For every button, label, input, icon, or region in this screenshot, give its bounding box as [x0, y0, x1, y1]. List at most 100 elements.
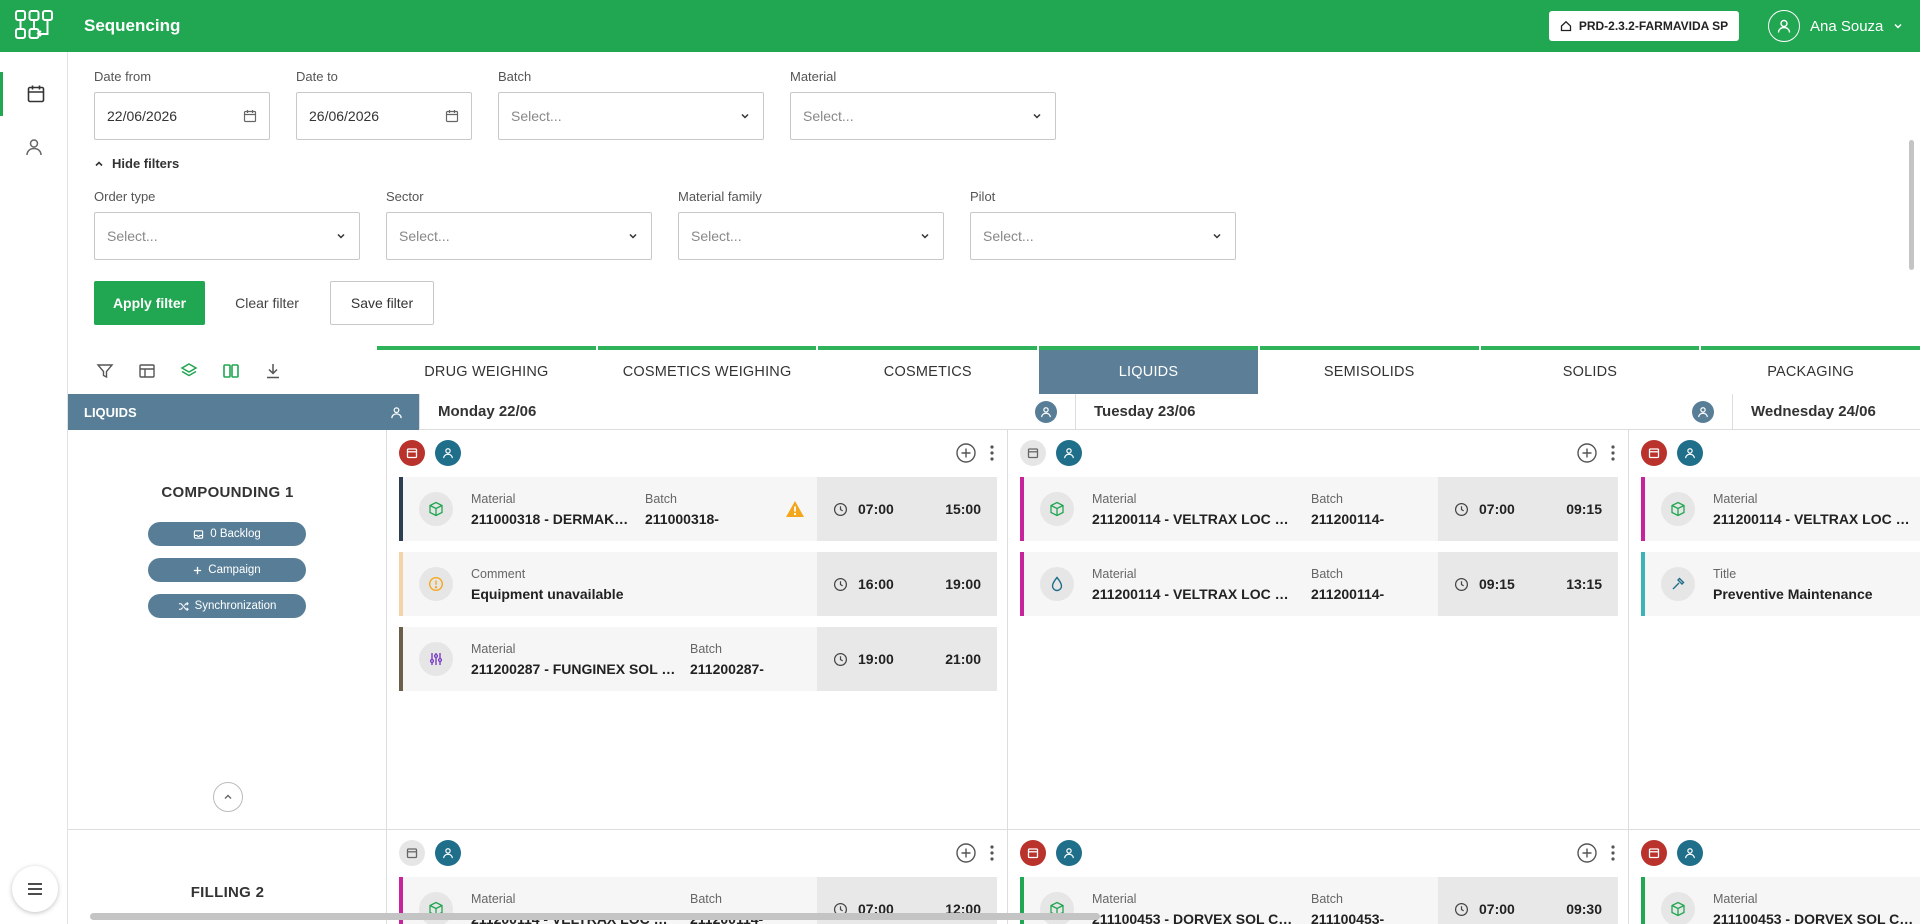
add-circle-icon[interactable] [955, 442, 977, 464]
order-card[interactable]: Material 211100453 - DORVEX SOL CA... [1641, 877, 1920, 924]
material-family-select[interactable]: Select... [678, 212, 944, 260]
add-circle-icon[interactable] [1576, 442, 1598, 464]
add-circle-icon[interactable] [955, 842, 977, 864]
material-value: 211200114 - VELTRAX LOC FR ... [1092, 510, 1297, 527]
calendar-alert-icon[interactable] [1641, 840, 1667, 866]
maintenance-card[interactable]: Title Preventive Maintenance [1641, 552, 1920, 616]
order-card[interactable]: Material 211200287 - FUNGINEX SOL F... B… [399, 627, 997, 691]
calendar-alert-icon[interactable] [1641, 440, 1667, 466]
apply-filter-button[interactable]: Apply filter [94, 281, 205, 325]
add-circle-icon[interactable] [1576, 842, 1598, 864]
chevron-down-icon [741, 113, 749, 119]
user-icon[interactable] [390, 406, 403, 419]
synchronization-chip[interactable]: Synchronization [148, 594, 306, 618]
day-label: Tuesday 23/06 [1094, 403, 1196, 420]
tab-packaging[interactable]: PACKAGING [1701, 346, 1920, 394]
day-label: Monday 22/06 [438, 403, 537, 420]
row-group-label: LIQUIDS [84, 404, 137, 420]
more-vertical-icon[interactable] [1610, 444, 1616, 462]
user-assign-icon[interactable] [1677, 840, 1703, 866]
comment-card[interactable]: Comment Equipment unavailable 16:00 19:0… [399, 552, 997, 616]
calendar-icon[interactable] [1020, 440, 1046, 466]
rail-item-calendar[interactable] [0, 72, 68, 116]
batch-select[interactable]: Select... [498, 92, 764, 140]
material-label: Material [1092, 891, 1137, 906]
box-icon [1661, 492, 1695, 526]
order-card[interactable]: Material 211200114 - VELTRAX LOC FR ... … [1020, 477, 1618, 541]
calendar-icon[interactable] [399, 840, 425, 866]
end-time: 19:00 [945, 576, 981, 592]
cell-toolbar [399, 840, 995, 866]
clock-icon [833, 502, 848, 516]
date-to-field[interactable]: 26/06/2026 [296, 92, 472, 140]
tab-liquids[interactable]: LIQUIDS [1039, 346, 1258, 394]
clock-icon [1454, 902, 1469, 916]
pilot-select[interactable]: Select... [970, 212, 1236, 260]
layers-icon[interactable] [180, 362, 198, 380]
app-logo-icon[interactable] [0, 0, 68, 52]
user-assign-icon[interactable] [1677, 440, 1703, 466]
batch-value: 211000318- [645, 510, 719, 527]
save-filter-button[interactable]: Save filter [330, 281, 434, 325]
chevron-down-icon [1213, 233, 1221, 239]
calendar-alert-icon[interactable] [399, 440, 425, 466]
tab-solids[interactable]: SOLIDS [1480, 346, 1700, 394]
table-view-icon[interactable] [138, 362, 156, 380]
more-vertical-icon[interactable] [1610, 844, 1616, 862]
order-card[interactable]: Material 211100453 - DORVEX SOL CA... Ba… [1020, 877, 1618, 924]
columns-view-icon[interactable] [222, 362, 240, 380]
user-avatar-icon[interactable] [1692, 400, 1714, 423]
environment-badge[interactable]: PRD-2.3.2-FARMAVIDA SP [1549, 11, 1739, 41]
user-assign-icon[interactable] [435, 440, 461, 466]
droplet-icon [1040, 567, 1074, 601]
material-label: Material [1092, 491, 1137, 506]
batch-value: 211100453- [1311, 910, 1385, 924]
user-menu[interactable]: Ana Souza [1768, 10, 1903, 42]
tab-drug-weighing[interactable]: DRUG WEIGHING [377, 346, 596, 394]
day-cell-tuesday: Material 211200114 - VELTRAX LOC FR ... … [1008, 430, 1629, 830]
user-assign-icon[interactable] [435, 840, 461, 866]
download-icon[interactable] [264, 362, 282, 380]
batch-label: Batch [1311, 566, 1343, 581]
day-label: Wednesday 24/06 [1751, 403, 1876, 420]
box-icon [419, 492, 453, 526]
user-avatar-icon[interactable] [1035, 400, 1057, 423]
backlog-chip[interactable]: 0 Backlog [148, 522, 306, 546]
user-assign-icon[interactable] [1056, 840, 1082, 866]
hide-filters-toggle[interactable]: Hide filters [94, 156, 179, 171]
vertical-scrollbar[interactable] [1909, 140, 1914, 270]
start-time: 19:00 [858, 651, 894, 667]
collapse-row-button[interactable] [213, 782, 243, 812]
order-type-select[interactable]: Select... [94, 212, 360, 260]
date-from-field[interactable]: 22/06/2026 [94, 92, 270, 140]
cell-toolbar [1020, 440, 1616, 466]
clear-filter-button[interactable]: Clear filter [218, 281, 316, 325]
tab-cosmetics-weighing[interactable]: COSMETICS WEIGHING [597, 346, 817, 394]
order-card[interactable]: Material 211200114 - VELTRAX LOC FR ... … [1020, 552, 1618, 616]
cell-toolbar [399, 440, 995, 466]
menu-button[interactable] [12, 866, 58, 912]
batch-placeholder: Select... [511, 108, 562, 124]
sector-tabs: DRUG WEIGHING COSMETICS WEIGHING COSMETI… [377, 346, 1920, 394]
campaign-chip[interactable]: Campaign [148, 558, 306, 582]
more-vertical-icon[interactable] [989, 844, 995, 862]
material-label: Material [790, 69, 837, 84]
view-toolbar [68, 350, 378, 392]
material-label: Material [471, 891, 516, 906]
rail-item-users[interactable] [0, 125, 68, 169]
material-select[interactable]: Select... [790, 92, 1056, 140]
filter-icon[interactable] [96, 362, 114, 380]
time-range: 19:00 21:00 [817, 627, 997, 691]
tab-cosmetics[interactable]: COSMETICS [818, 346, 1038, 394]
tab-semisolids[interactable]: SEMISOLIDS [1259, 346, 1479, 394]
cell-toolbar [1020, 840, 1616, 866]
sector-select[interactable]: Select... [386, 212, 652, 260]
resource-name: FILLING 2 [190, 884, 265, 901]
order-card[interactable]: Material 211000318 - DERMAKLE... Batch 2… [399, 477, 997, 541]
horizontal-scrollbar[interactable] [90, 913, 1100, 920]
batch-label: Batch [1311, 891, 1343, 906]
user-assign-icon[interactable] [1056, 440, 1082, 466]
order-card[interactable]: Material 211200114 - VELTRAX LOC FR ... [1641, 477, 1920, 541]
calendar-alert-icon[interactable] [1020, 840, 1046, 866]
more-vertical-icon[interactable] [989, 444, 995, 462]
